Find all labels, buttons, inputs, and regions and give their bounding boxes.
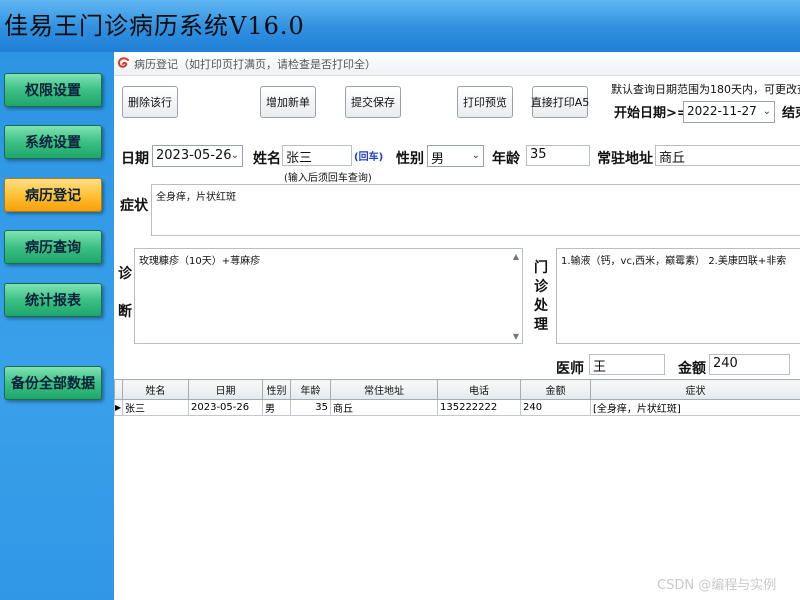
cell-name[interactable]: 张三 bbox=[122, 399, 189, 416]
gender-label: 性别 bbox=[396, 151, 424, 167]
treatment-label-1: 门 bbox=[534, 260, 548, 276]
print-preview-button[interactable]: 打印预览 bbox=[457, 86, 513, 118]
sidebar: 权限设置 系统设置 病历登记 病历查询 统计报表 备份全部数据 bbox=[0, 52, 114, 600]
grid-header-gender[interactable]: 性别 bbox=[262, 379, 291, 400]
sidebar-item-medical-record-query[interactable]: 病历查询 bbox=[4, 230, 102, 264]
symptom-textarea[interactable]: 全身痒，片状红斑 bbox=[151, 184, 800, 236]
start-date-picker[interactable]: 2022-11-27 ⌄ bbox=[683, 101, 775, 123]
records-grid: 姓名 日期 性别 年龄 常住地址 电话 金额 症状 ▶ 张三 2023-05-2… bbox=[114, 379, 800, 416]
grid-header-address[interactable]: 常住地址 bbox=[330, 379, 438, 400]
sidebar-item-medical-record-entry[interactable]: 病历登记 bbox=[4, 178, 102, 212]
diagnosis-textarea[interactable]: 玫瑰糠疹（10天）+荨麻疹 ▲ ▼ bbox=[134, 248, 523, 344]
treatment-label-3: 处 bbox=[534, 298, 548, 314]
table-row[interactable]: ▶ 张三 2023-05-26 男 35 商丘 135222222 240 [全… bbox=[114, 399, 800, 416]
scroll-down-icon[interactable]: ▼ bbox=[510, 330, 522, 342]
amount-input[interactable]: 240 bbox=[709, 354, 790, 375]
date-value: 2023-05-26 bbox=[156, 148, 232, 163]
cell-phone[interactable]: 135222222 bbox=[437, 399, 521, 416]
grid-header-age[interactable]: 年龄 bbox=[290, 379, 331, 400]
symptom-label: 症状 bbox=[120, 198, 148, 214]
address-label: 常驻地址 bbox=[597, 151, 653, 167]
treatment-label-2: 诊 bbox=[534, 279, 548, 295]
sidebar-item-backup-all-data[interactable]: 备份全部数据 bbox=[4, 366, 102, 400]
amount-label: 金额 bbox=[678, 361, 706, 377]
cell-age[interactable]: 35 bbox=[290, 399, 331, 416]
chevron-down-icon: ⌄ bbox=[762, 106, 771, 117]
cell-gender[interactable]: 男 bbox=[262, 399, 291, 416]
cell-date[interactable]: 2023-05-26 bbox=[188, 399, 263, 416]
grid-row-selector-header bbox=[114, 379, 123, 400]
treatment-label-4: 理 bbox=[534, 317, 548, 333]
main-panel: 病历登记（如打印页打满页，请检查是否打印全） 删除该行 增加新单 提交保存 打印… bbox=[114, 52, 800, 600]
app-title: 佳易王门诊病历系统V16.0 bbox=[4, 12, 305, 40]
add-new-record-button[interactable]: 增加新单 bbox=[260, 86, 316, 118]
cell-amount[interactable]: 240 bbox=[520, 399, 591, 416]
delete-row-button[interactable]: 删除该行 bbox=[122, 86, 178, 118]
name-input[interactable]: 张三 bbox=[282, 145, 352, 166]
name-label: 姓名 bbox=[253, 151, 281, 167]
diagnosis-label-bottom: 断 bbox=[118, 304, 132, 320]
sidebar-item-statistics-report[interactable]: 统计报表 bbox=[4, 283, 102, 317]
sidebar-item-system-settings[interactable]: 系统设置 bbox=[4, 125, 102, 159]
gender-select[interactable]: 男 ⌄ bbox=[427, 145, 484, 167]
panel-title: 病历登记（如打印页打满页，请检查是否打印全） bbox=[134, 57, 376, 71]
print-a5-button[interactable]: 直接打印A5 bbox=[531, 86, 589, 118]
panel-caption-bar: 病历登记（如打印页打满页，请检查是否打印全） bbox=[114, 52, 800, 76]
name-enter-hint: (输入后须回车查询) bbox=[284, 173, 372, 184]
doctor-label: 医师 bbox=[556, 361, 584, 377]
scroll-up-icon[interactable]: ▲ bbox=[510, 250, 522, 262]
cell-symptom[interactable]: [全身痒，片状红斑] bbox=[590, 399, 800, 416]
treatment-textarea[interactable]: 1.输液（钙，vc,西米，巅霉素） 2.美康四联+非索 bbox=[556, 248, 800, 344]
doctor-input[interactable]: 王 bbox=[589, 354, 665, 375]
sidebar-item-permissions[interactable]: 权限设置 bbox=[4, 73, 102, 107]
age-input[interactable]: 35 bbox=[526, 145, 590, 166]
end-date-label: 结束 bbox=[782, 106, 800, 121]
submit-save-button[interactable]: 提交保存 bbox=[345, 86, 401, 118]
enter-tag: (回车) bbox=[354, 152, 384, 163]
grid-header-symptom[interactable]: 症状 bbox=[590, 379, 800, 400]
grid-header-name[interactable]: 姓名 bbox=[122, 379, 189, 400]
grid-header-amount[interactable]: 金额 bbox=[520, 379, 591, 400]
address-input[interactable]: 商丘 bbox=[655, 145, 800, 166]
grid-header-row: 姓名 日期 性别 年龄 常住地址 电话 金额 症状 bbox=[114, 379, 800, 400]
diagnosis-text: 玫瑰糠疹（10天）+荨麻疹 bbox=[139, 256, 261, 267]
grid-header-phone[interactable]: 电话 bbox=[437, 379, 521, 400]
chevron-down-icon: ⌄ bbox=[471, 150, 480, 161]
diagnosis-label-top: 诊 bbox=[118, 266, 132, 282]
date-picker[interactable]: 2023-05-26 ⌄ bbox=[152, 145, 243, 167]
age-label: 年龄 bbox=[492, 151, 520, 167]
start-date-value: 2022-11-27 bbox=[687, 104, 757, 118]
chevron-down-icon: ⌄ bbox=[230, 150, 239, 161]
gender-value: 男 bbox=[431, 152, 445, 167]
grid-header-date[interactable]: 日期 bbox=[188, 379, 263, 400]
start-date-label: 开始日期>= bbox=[614, 106, 688, 121]
app-logo-icon bbox=[117, 56, 129, 68]
date-label: 日期 bbox=[121, 151, 149, 167]
watermark: CSDN @编程与实例 bbox=[657, 578, 777, 593]
cell-address[interactable]: 商丘 bbox=[330, 399, 438, 416]
row-selector-icon[interactable]: ▶ bbox=[114, 399, 123, 416]
query-range-note: 默认查询日期范围为180天内，可更改查询日 bbox=[611, 83, 800, 96]
title-bar: 佳易王门诊病历系统V16.0 bbox=[0, 0, 800, 52]
